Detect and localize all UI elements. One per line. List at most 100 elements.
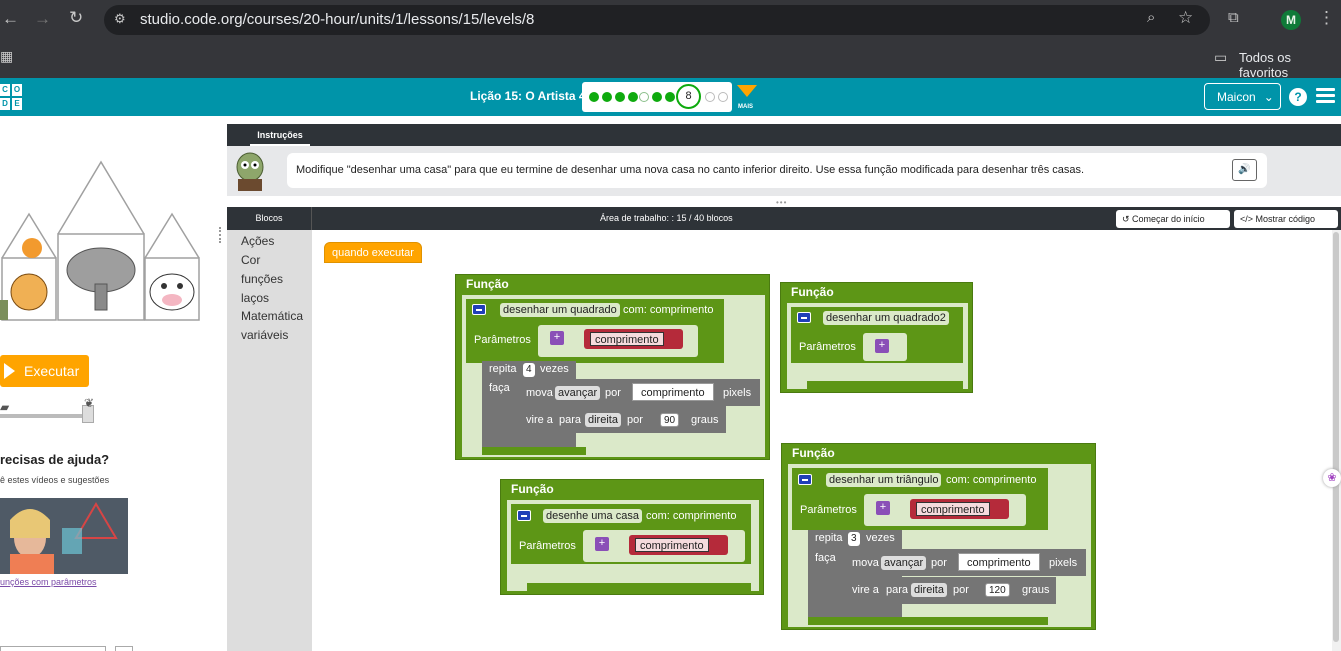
move-label: mova xyxy=(852,557,879,569)
toolbox-category-functions[interactable]: funções xyxy=(241,272,283,286)
direction-dropdown[interactable]: avançar xyxy=(555,386,601,400)
turn-direction-dropdown[interactable]: direita xyxy=(585,413,621,427)
function-name[interactable]: desenhar um quadrado2 xyxy=(823,311,949,325)
restart-label: Começar do início xyxy=(1132,214,1205,224)
current-level-bubble[interactable]: 8 xyxy=(676,84,701,109)
play-icon xyxy=(4,363,15,379)
add-param-icon[interactable]: + xyxy=(876,501,890,515)
function-with-label: com: comprimento xyxy=(946,474,1037,486)
site-info-icon[interactable]: ⚙ xyxy=(114,11,126,27)
param-block[interactable]: comprimento xyxy=(629,535,728,555)
hamburger-menu-icon[interactable] xyxy=(1316,88,1335,104)
level-dot-complete[interactable] xyxy=(589,92,599,102)
reload-icon[interactable]: ↻ xyxy=(69,8,83,28)
param-block[interactable]: comprimento xyxy=(910,499,1009,519)
level-dot-empty[interactable] xyxy=(705,92,715,102)
logo-letter: O xyxy=(12,84,22,96)
function-block-triangle[interactable]: Função desenhar um triângulo com: compri… xyxy=(781,443,1096,630)
toolbox-category-loops[interactable]: laços xyxy=(241,291,269,305)
collapse-icon[interactable] xyxy=(797,312,811,323)
extensions-icon[interactable]: ⧉ xyxy=(1228,9,1239,26)
level-dot-complete[interactable] xyxy=(602,92,612,102)
url-text[interactable]: studio.code.org/courses/20-hour/units/1/… xyxy=(140,11,534,28)
param-name[interactable]: comprimento xyxy=(916,502,990,516)
feedback-input[interactable] xyxy=(0,646,106,651)
add-param-icon[interactable]: + xyxy=(595,537,609,551)
function-block-square2[interactable]: Função desenhar um quadrado2 Parâmetros … xyxy=(780,282,973,393)
param-name[interactable]: comprimento xyxy=(590,332,664,346)
level-dot-attempted[interactable] xyxy=(639,92,649,102)
apps-grid-icon[interactable]: ▦ xyxy=(0,48,13,65)
level-dot-empty[interactable] xyxy=(718,92,728,102)
more-levels-arrow-icon[interactable] xyxy=(737,85,757,97)
angle-input[interactable]: 120 xyxy=(985,583,1010,597)
length-input[interactable]: comprimento xyxy=(632,383,714,401)
toolbox-category-color[interactable]: Cor xyxy=(241,253,260,267)
function-block-square[interactable]: Função desenhar um quadrado com: comprim… xyxy=(455,274,770,460)
level-dot-complete[interactable] xyxy=(628,92,638,102)
function-title: Função xyxy=(466,277,509,291)
length-input[interactable]: comprimento xyxy=(958,553,1040,571)
function-name[interactable]: desenhe uma casa xyxy=(543,509,642,523)
degrees-label: graus xyxy=(691,414,719,426)
feedback-button[interactable] xyxy=(115,646,133,651)
collapse-icon[interactable] xyxy=(517,510,531,521)
function-block-house[interactable]: Função desenhe uma casa com: comprimento… xyxy=(500,479,764,595)
repeat-count[interactable]: 4 xyxy=(523,363,535,377)
direction-dropdown[interactable]: avançar xyxy=(881,556,927,570)
collapse-icon[interactable] xyxy=(472,304,486,315)
more-levels-label[interactable]: MAIS xyxy=(738,104,753,110)
repeat-count[interactable]: 3 xyxy=(848,532,860,546)
level-dot-complete[interactable] xyxy=(652,92,662,102)
restart-button[interactable]: ↺ Começar do início xyxy=(1116,210,1230,228)
toolbox-category-math[interactable]: Matemática xyxy=(241,309,303,323)
restart-icon: ↺ xyxy=(1122,214,1133,224)
move-label: mova xyxy=(526,387,553,399)
user-menu-button[interactable]: Maicon ⌄ xyxy=(1204,83,1281,110)
add-param-icon[interactable]: + xyxy=(875,339,889,353)
level-dot-complete[interactable] xyxy=(665,92,675,102)
param-name[interactable]: comprimento xyxy=(635,538,709,552)
params-label: Parâmetros xyxy=(799,341,856,353)
speaker-icon[interactable]: 🔊 xyxy=(1232,159,1257,181)
by-label: por xyxy=(931,557,947,569)
pane-divider[interactable] xyxy=(216,124,227,651)
param-block[interactable]: comprimento xyxy=(584,329,683,349)
browser-menu-icon[interactable]: ⋮ xyxy=(1318,8,1335,28)
help-icon[interactable]: ? xyxy=(1289,88,1307,106)
toolbox-category-actions[interactable]: Ações xyxy=(241,234,274,248)
video-link[interactable]: unções com parâmetros xyxy=(0,577,97,587)
function-name[interactable]: desenhar um triângulo xyxy=(826,473,942,487)
show-code-button[interactable]: </> Mostrar código xyxy=(1234,210,1338,228)
extension-widget-icon[interactable]: ❀ xyxy=(1323,469,1341,487)
back-icon[interactable]: ← xyxy=(2,9,19,29)
when-run-block[interactable]: quando executar xyxy=(324,242,422,263)
function-name[interactable]: desenhar um quadrado xyxy=(500,303,620,317)
bookmark-star-icon[interactable]: ☆ xyxy=(1178,8,1193,28)
turn-direction-dropdown[interactable]: direita xyxy=(911,583,947,597)
lesson-title[interactable]: Lição 15: O Artista 4 xyxy=(470,89,586,103)
by-label: por xyxy=(953,584,969,596)
all-bookmarks-link[interactable]: Todos os favoritos xyxy=(1239,50,1341,80)
help-heading: recisas de ajuda? xyxy=(0,452,110,467)
toolbox-category-variables[interactable]: variáveis xyxy=(241,328,288,342)
logo-letter: D xyxy=(0,98,10,110)
collapse-icon[interactable] xyxy=(798,474,812,485)
video-thumbnail[interactable] xyxy=(0,498,128,574)
angle-input[interactable]: 90 xyxy=(660,413,680,427)
degrees-label: graus xyxy=(1022,584,1050,596)
forward-icon[interactable]: → xyxy=(34,9,51,29)
function-with-label: com: comprimento xyxy=(623,304,714,316)
speed-slider[interactable] xyxy=(0,414,90,418)
resize-handle[interactable]: ••• xyxy=(776,198,787,207)
function-title: Função xyxy=(792,446,835,460)
zoom-icon[interactable]: ⌕ xyxy=(1147,9,1155,26)
tab-instructions[interactable]: Instruções xyxy=(250,124,310,146)
by-label: por xyxy=(605,387,621,399)
level-dot-complete[interactable] xyxy=(615,92,625,102)
resize-grip-icon[interactable] xyxy=(219,227,222,243)
code-org-logo[interactable]: C O D E xyxy=(0,84,22,110)
profile-avatar[interactable]: M xyxy=(1281,10,1301,30)
scrollbar-thumb[interactable] xyxy=(1333,232,1339,642)
add-param-icon[interactable]: + xyxy=(550,331,564,345)
